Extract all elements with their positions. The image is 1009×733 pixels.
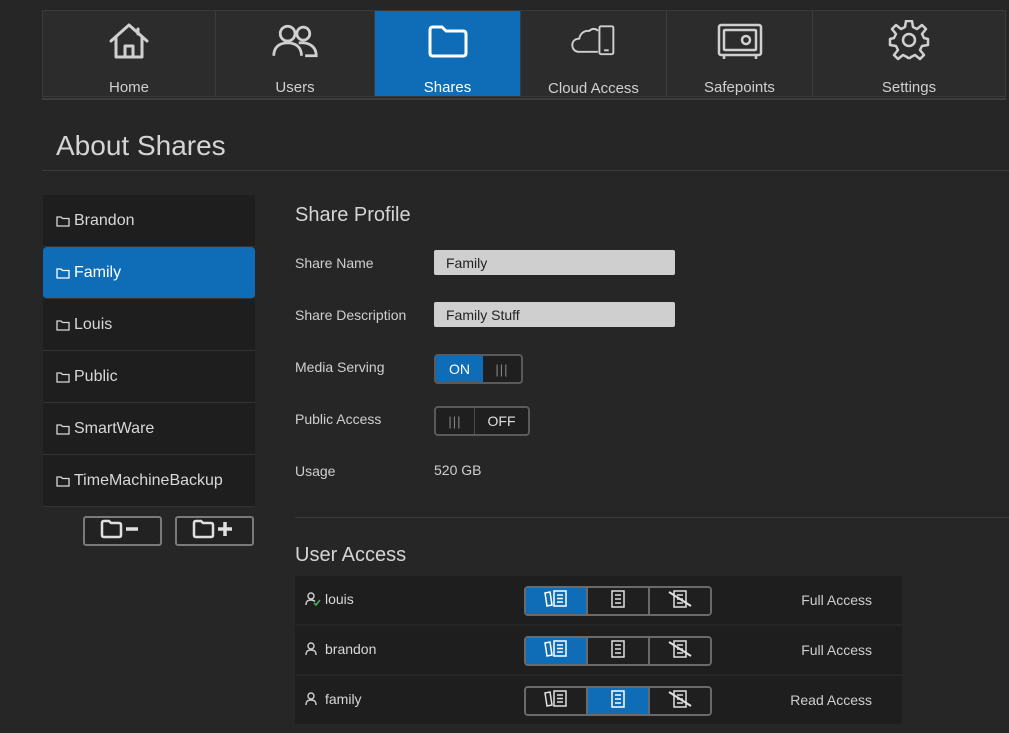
share-item-louis[interactable]: Louis xyxy=(43,299,255,351)
access-selector xyxy=(524,586,712,616)
no-access-option[interactable] xyxy=(650,688,710,714)
share-description-label: Share Description xyxy=(295,307,407,323)
read-only-icon xyxy=(610,589,626,613)
share-description-field[interactable] xyxy=(434,302,675,327)
nav-settings[interactable]: Settings xyxy=(813,11,1005,96)
read-only-icon xyxy=(610,639,626,663)
share-profile-title: Share Profile xyxy=(295,204,411,226)
read-only-option[interactable] xyxy=(588,588,650,614)
person-icon xyxy=(305,692,321,706)
usage-value: 520 GB xyxy=(434,462,482,478)
share-item-label: Public xyxy=(74,367,118,385)
share-item-label: SmartWare xyxy=(74,419,155,437)
no-access-option[interactable] xyxy=(650,588,710,614)
folder-minus-icon xyxy=(100,519,146,544)
users-icon xyxy=(271,19,319,62)
full-access-option[interactable] xyxy=(526,688,588,714)
no-access-icon xyxy=(667,639,693,663)
public-access-label: Public Access xyxy=(295,411,382,427)
share-item-family[interactable]: Family xyxy=(43,247,255,299)
safe-icon xyxy=(716,19,764,62)
nav-shares[interactable]: Shares xyxy=(375,11,521,96)
user-access-row: louis Full Access xyxy=(295,576,902,624)
home-icon xyxy=(105,19,153,62)
add-share-button[interactable] xyxy=(175,516,254,546)
nav-safepoints[interactable]: Safepoints xyxy=(667,11,813,96)
share-item-label: TimeMachineBackup xyxy=(74,471,223,489)
section-divider xyxy=(295,517,1009,518)
folder-icon xyxy=(56,371,70,383)
folder-icon xyxy=(424,19,472,62)
toggle-grip-icon: ||| xyxy=(495,361,509,377)
full-access-icon xyxy=(543,589,569,613)
user-access-row: family Read Access xyxy=(295,676,902,724)
main-nav: Home Users Shares Cloud Access Safepoint… xyxy=(42,10,1006,97)
nav-users[interactable]: Users xyxy=(216,11,375,96)
nav-divider xyxy=(42,98,1006,100)
share-item-label: Brandon xyxy=(74,211,135,229)
user-access-title: User Access xyxy=(295,544,407,566)
folder-icon xyxy=(56,423,70,435)
folder-icon xyxy=(56,319,70,331)
remove-share-button[interactable] xyxy=(83,516,162,546)
full-access-icon xyxy=(543,689,569,713)
user-name: louis xyxy=(325,591,354,607)
full-access-option[interactable] xyxy=(526,588,588,614)
folder-icon xyxy=(56,267,70,279)
read-only-option[interactable] xyxy=(588,638,650,664)
toggle-on-label: ON xyxy=(436,356,483,382)
share-item-public[interactable]: Public xyxy=(43,351,255,403)
user-name: family xyxy=(325,691,362,707)
nav-cloud-access[interactable]: Cloud Access xyxy=(521,11,667,97)
no-access-icon xyxy=(667,589,693,613)
usage-label: Usage xyxy=(295,463,336,479)
page-title: About Shares xyxy=(56,130,226,161)
toggle-off-label: OFF xyxy=(474,408,528,434)
access-status: Full Access xyxy=(801,592,872,608)
folder-plus-icon xyxy=(192,519,238,544)
user-name: brandon xyxy=(325,641,377,657)
share-item-label: Family xyxy=(74,263,122,281)
share-item-label: Louis xyxy=(74,315,113,333)
share-name-label: Share Name xyxy=(295,255,374,271)
access-status: Read Access xyxy=(790,692,872,708)
gear-icon xyxy=(885,19,933,62)
full-access-icon xyxy=(543,639,569,663)
full-access-option[interactable] xyxy=(526,638,588,664)
share-item-brandon[interactable]: Brandon xyxy=(43,195,255,247)
access-selector xyxy=(524,686,712,716)
folder-icon xyxy=(56,215,70,227)
access-selector xyxy=(524,636,712,666)
share-item-timemachinebackup[interactable]: TimeMachineBackup xyxy=(43,455,255,507)
toggle-grip-icon: ||| xyxy=(448,413,462,429)
share-item-smartware[interactable]: SmartWare xyxy=(43,403,255,455)
read-only-icon xyxy=(610,689,626,713)
read-only-option[interactable] xyxy=(588,688,650,714)
share-name-field[interactable] xyxy=(434,250,675,275)
person-icon xyxy=(305,642,321,656)
media-serving-toggle[interactable]: ON ||| xyxy=(434,354,523,384)
nav-home[interactable]: Home xyxy=(43,11,216,96)
folder-icon xyxy=(56,475,70,487)
title-divider xyxy=(42,170,1009,171)
share-list: Brandon Family Louis Public SmartWare Ti… xyxy=(43,195,255,507)
no-access-icon xyxy=(667,689,693,713)
access-status: Full Access xyxy=(801,642,872,658)
cloud-device-icon xyxy=(570,19,618,63)
public-access-toggle[interactable]: ||| OFF xyxy=(434,406,530,436)
person-check-icon xyxy=(305,592,321,606)
media-serving-label: Media Serving xyxy=(295,359,385,375)
user-access-row: brandon Full Access xyxy=(295,626,902,674)
no-access-option[interactable] xyxy=(650,638,710,664)
